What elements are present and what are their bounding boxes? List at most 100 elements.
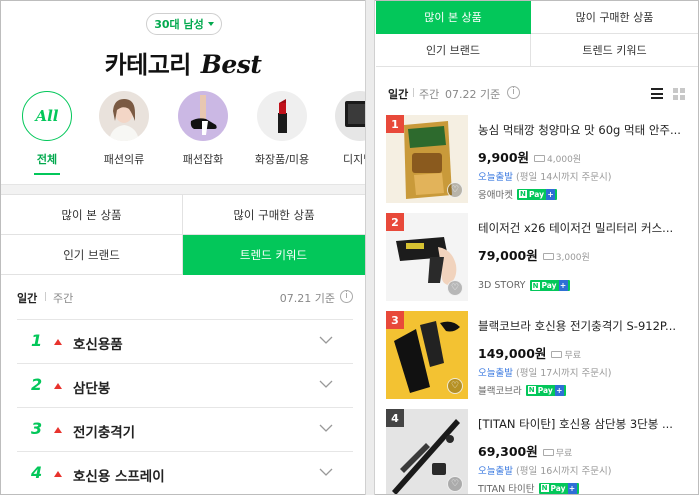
npay-text: Pay (537, 385, 553, 395)
product-item[interactable]: 4 ♡ [TITAN 타이탄] 호신용 삼단봉 3단봉 ... 69,300원 무… (386, 406, 698, 494)
tab-most-purchased[interactable]: 많이 구매한 상품 (531, 1, 698, 34)
category-fashion-accessories[interactable]: 패션잡화 (171, 91, 235, 167)
info-icon[interactable]: i (507, 86, 520, 99)
period-weekly[interactable]: 주간 (53, 290, 73, 306)
heart-icon[interactable]: ♡ (447, 476, 463, 492)
keyword-text: 전기충격기 (73, 425, 136, 441)
product-price: 69,300원 (478, 444, 538, 459)
chevron-down-icon[interactable] (319, 465, 333, 479)
ranking-tabs: 많이 본 상품 많이 구매한 상품 인기 브랜드 트렌드 키워드 (376, 1, 698, 67)
period-separator (413, 88, 414, 97)
delivery-today: 오늘출발 (478, 368, 513, 379)
tab-most-purchased[interactable]: 많이 구매한 상품 (183, 195, 365, 235)
delivery-info: 오늘출발 (평일 17시까지 주문시) (478, 365, 698, 379)
heart-icon[interactable]: ♡ (447, 182, 463, 198)
all-icon: All (22, 91, 72, 141)
keyword-text: 호신용품 (73, 337, 123, 353)
shipping-fee: 3,000원 (542, 250, 590, 263)
seller-name[interactable]: 블랙코브라 (478, 383, 522, 397)
left-panel: 30대 남성 카테고리 Best All 전체 패션의류 패션잡화 화장품/미용… (1, 1, 365, 494)
keyword-row[interactable]: 1 호신용품 (17, 319, 353, 363)
shipping-fee: 무료 (542, 446, 573, 459)
chevron-down-icon[interactable] (319, 421, 333, 435)
product-item[interactable]: 2 ♡ 테이저건 x26 테이저건 밀리터리 커스... 79,000원 3,00… (386, 210, 698, 302)
chevron-down-icon[interactable] (319, 333, 333, 347)
tab-popular-brands[interactable]: 인기 브랜드 (376, 34, 531, 67)
category-all[interactable]: All 전체 (15, 91, 79, 175)
rank-badge: 4 (386, 409, 404, 427)
cosmetics-icon (257, 91, 307, 141)
reference-date: 07.21 기준 (279, 292, 335, 305)
truck-icon (534, 155, 546, 162)
period-daily[interactable]: 일간 (388, 86, 408, 102)
seller-name[interactable]: 응애마켓 (478, 187, 513, 201)
shipping-fee-value: 3,000원 (555, 253, 590, 263)
keyword-text: 호신용 스프레이 (73, 469, 165, 485)
product-image[interactable]: 3 ♡ (386, 311, 468, 399)
delivery-today: 오늘출발 (478, 172, 513, 183)
product-item[interactable]: 1 ♡ 농심 먹태깡 청양마요 맛 60g 먹태 안주... 9,900원 4,0… (386, 112, 698, 204)
page-title: 카테고리 Best (1, 45, 365, 80)
category-active-underline (34, 173, 60, 175)
npay-badge: N Pay + (529, 280, 570, 291)
list-view-icon[interactable] (651, 88, 663, 99)
heart-icon[interactable]: ♡ (447, 280, 463, 296)
age-filter-dropdown[interactable]: 30대 남성 (146, 13, 222, 35)
npay-badge: N Pay + (525, 384, 566, 396)
category-cosmetics[interactable]: 화장품/미용 (250, 91, 314, 167)
product-name[interactable]: 블랙코브라 호신용 전기충격기 S-912P... (478, 318, 690, 334)
period-daily[interactable]: 일간 (17, 290, 37, 306)
product-price: 9,900원 (478, 150, 530, 165)
product-item[interactable]: 3 ♡ 블랙코브라 호신용 전기충격기 S-912P... 149,000원 무료… (386, 308, 698, 400)
npay-badge: N Pay + (516, 188, 557, 200)
shipping-fee-value: 무료 (555, 449, 573, 459)
section-divider (1, 184, 365, 194)
category-fashion-clothing[interactable]: 패션의류 (92, 91, 156, 167)
product-image[interactable]: 2 ♡ (386, 213, 468, 301)
period-separator (45, 292, 46, 301)
tab-most-viewed[interactable]: 많이 본 상품 (376, 1, 531, 34)
tab-most-viewed[interactable]: 많이 본 상품 (1, 195, 183, 235)
seller-name[interactable]: 3D STORY (478, 280, 526, 291)
npay-text: Pay (541, 281, 557, 290)
product-image[interactable]: 1 ♡ (386, 115, 468, 203)
tab-trend-keywords[interactable]: 트렌드 키워드 (183, 235, 365, 275)
rank-up-icon (54, 339, 62, 345)
keyword-row[interactable]: 2 삼단봉 (17, 363, 353, 407)
grid-view-icon[interactable] (673, 88, 685, 100)
shipping-fee-value: 4,000원 (547, 155, 582, 165)
product-name[interactable]: 테이저건 x26 테이저건 밀리터리 커스... (478, 220, 690, 236)
shipping-fee: 4,000원 (534, 152, 581, 165)
rank-badge: 2 (386, 213, 404, 231)
delivery-note: (평일 16시까지 주문시) (516, 466, 612, 477)
seller-name[interactable]: TITAN 타이탄 (478, 481, 535, 494)
keyword-text: 삼단봉 (73, 381, 111, 397)
reference-date: 07.22 기준 (445, 88, 501, 101)
keyword-row[interactable]: 3 전기충격기 (17, 407, 353, 451)
product-name[interactable]: 농심 먹태깡 청양마요 맛 60g 먹태 안주... (478, 122, 690, 138)
product-image[interactable]: 4 ♡ (386, 409, 468, 494)
digital-icon (335, 91, 365, 141)
delivery-info: 오늘출발 (평일 16시까지 주문시) (478, 463, 698, 477)
page-title-en: Best (200, 50, 262, 79)
tab-trend-keywords[interactable]: 트렌드 키워드 (531, 34, 698, 67)
fashion-accessories-icon (178, 91, 228, 141)
heart-icon[interactable]: ♡ (447, 378, 463, 394)
panel-divider (365, 0, 375, 495)
category-label: 패션의류 (103, 153, 145, 166)
delivery-note: (평일 14시까지 주문시) (516, 172, 612, 183)
rank-badge: 1 (386, 115, 404, 133)
info-icon[interactable]: i (340, 290, 353, 303)
page-title-ko: 카테고리 (104, 51, 192, 79)
period-selector: 일간 주간 07.21 기준 i (17, 290, 353, 306)
shipping-fee: 무료 (551, 348, 581, 361)
product-price: 149,000원 (478, 346, 547, 361)
rank-up-icon (54, 383, 62, 389)
chevron-down-icon[interactable] (319, 377, 333, 391)
category-digital[interactable]: 디지털/ (328, 91, 365, 167)
tab-popular-brands[interactable]: 인기 브랜드 (1, 235, 183, 275)
delivery-today: 오늘출발 (478, 466, 513, 477)
keyword-row[interactable]: 4 호신용 스프레이 (17, 451, 353, 494)
product-name[interactable]: [TITAN 타이탄] 호신용 삼단봉 3단봉 ... (478, 416, 690, 432)
period-weekly[interactable]: 주간 (419, 86, 439, 102)
